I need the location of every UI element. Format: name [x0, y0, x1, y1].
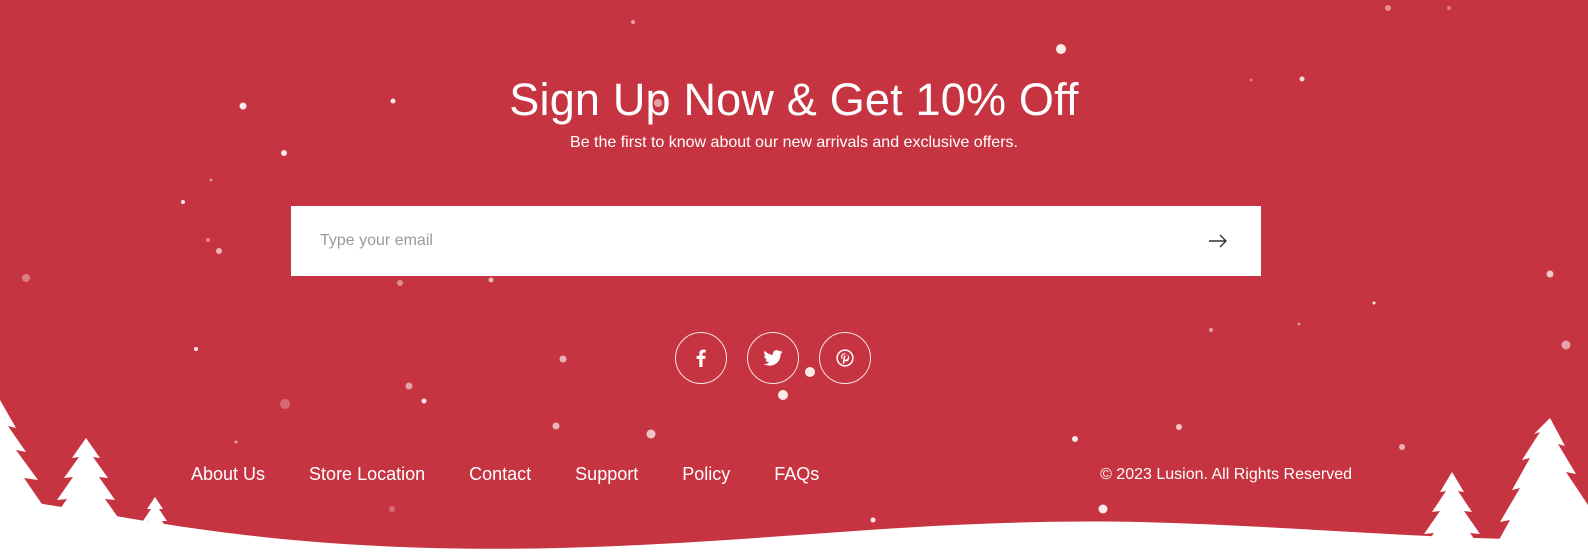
footer-link-about-us[interactable]: About Us [191, 464, 265, 485]
pine-tree-right-2 [1490, 418, 1588, 556]
footer-link-store-location[interactable]: Store Location [309, 464, 425, 485]
snow-ground [0, 498, 1588, 560]
footer-link-support[interactable]: Support [575, 464, 638, 485]
footer-link-contact[interactable]: Contact [469, 464, 531, 485]
pine-tree-left-1 [0, 400, 46, 510]
copyright-text: © 2023 Lusion. All Rights Reserved [1100, 466, 1352, 483]
footer-link-faqs[interactable]: FAQs [774, 464, 819, 485]
footer-link-policy[interactable]: Policy [682, 464, 730, 485]
footer-nav: About Us Store Location Contact Support … [191, 464, 863, 485]
